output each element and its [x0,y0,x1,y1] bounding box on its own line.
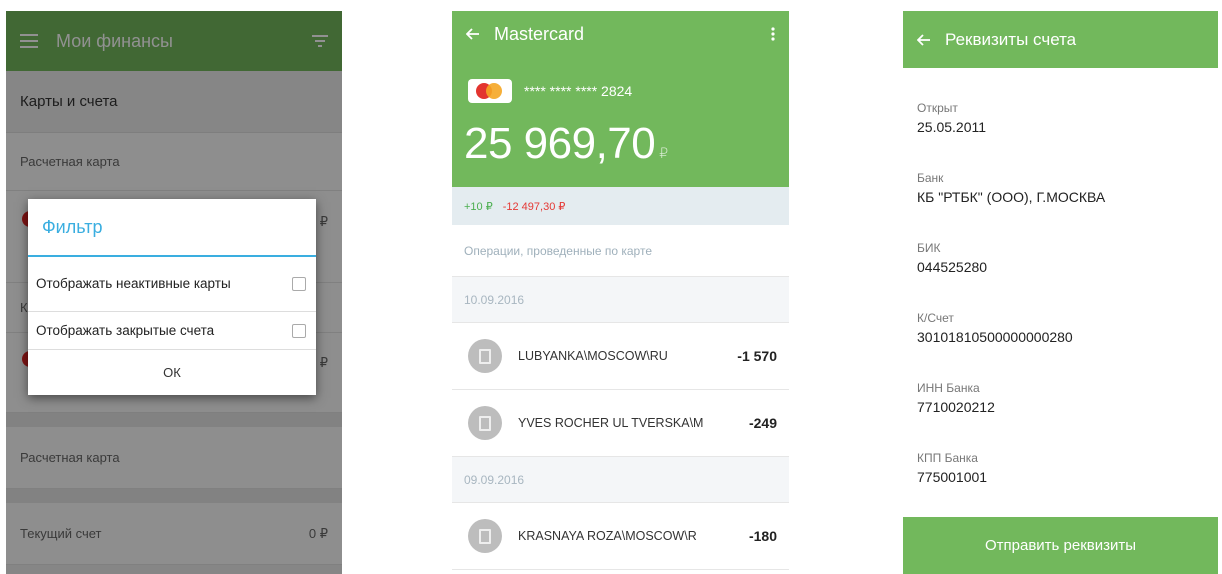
mastercard-logo [468,79,512,103]
receipt-icon [468,406,502,440]
screen-account-details: Реквизиты счета Открыт 25.05.2011 Банк К… [903,11,1218,574]
transaction-amount: -1 570 [737,348,777,364]
send-details-button[interactable]: Отправить реквизиты [903,517,1218,574]
screen-card-details: Mastercard **** **** **** 2824 25 969,70… [452,11,789,574]
card-number-line: **** **** **** 2824 [452,57,789,103]
detail-field: БИК 044525280 [903,222,1218,292]
app-bar: Mastercard [452,11,789,57]
card-header: Mastercard **** **** **** 2824 25 969,70… [452,11,789,187]
screen-my-finances: Мои финансы Карты и счета Расчетная карт… [6,11,342,574]
transaction-amount: -249 [748,415,777,431]
transaction-merchant: YVES ROCHER UL TVERSKA\M [518,416,704,430]
transaction-row[interactable]: KRASNAYA ROZA\MOSCOW\R -180 [452,503,789,570]
balance-value: 25 969,70 [464,119,656,168]
ok-button[interactable]: ОК [28,350,316,395]
card-number: **** **** **** 2824 [524,83,633,99]
receipt-icon [468,519,502,553]
show-closed-accounts-checkbox[interactable] [292,323,306,338]
date-header: 09.09.2016 [452,457,789,503]
operations-header: Операции, проведенные по карте [452,225,789,277]
detail-field: Банк КБ "РТБК" (ООО), Г.МОСКВА [903,152,1218,222]
option-label: Отображать закрытые счета [36,322,215,338]
filter-dialog: Фильтр Отображать неактивные карты Отобр… [28,199,316,395]
app-bar: Реквизиты счета [903,11,1218,68]
transaction-merchant: KRASNAYA ROZA\MOSCOW\R [518,529,697,543]
card-title: Mastercard [494,23,585,44]
detail-field: Открыт 25.05.2011 [903,82,1218,152]
field-label: К/Счет [917,311,954,325]
income-total: +10 ₽ [464,200,493,213]
cash-flow-summary: +10 ₽ -12 497,30 ₽ [452,187,789,225]
expense-total: -12 497,30 ₽ [502,200,566,213]
detail-field: КПП Банка 775001001 [903,432,1218,502]
field-label: КПП Банка [917,451,978,465]
show-inactive-cards-checkbox[interactable] [292,277,306,291]
field-value: 044525280 [917,259,988,275]
detail-field: К/Счет 30101810500000000280 [903,292,1218,362]
show-inactive-cards-option[interactable]: Отображать неактивные карты [28,257,316,312]
overflow-menu-icon[interactable] [771,27,775,41]
transaction-row[interactable]: LUBYANKA\MOSCOW\RU -1 570 [452,323,789,390]
field-label: ИНН Банка [917,381,980,395]
dialog-title: Фильтр [28,199,316,257]
transaction-amount: -180 [748,528,777,544]
option-label: Отображать неактивные карты [36,276,231,291]
card-balance: 25 969,70 ₽ [452,103,789,169]
transaction-merchant: LUBYANKA\MOSCOW\RU [518,349,668,363]
field-value: 775001001 [917,469,988,485]
field-label: Открыт [917,101,958,115]
field-value: 30101810500000000280 [917,329,1073,345]
detail-field: ИНН Банка 7710020212 [903,362,1218,432]
page-title: Реквизиты счета [945,29,1077,49]
back-arrow-icon[interactable] [917,33,931,46]
show-closed-accounts-option[interactable]: Отображать закрытые счета [28,312,316,350]
balance-currency: ₽ [659,145,668,161]
field-value: КБ "РТБК" (ООО), Г.МОСКВА [917,189,1106,205]
field-label: БИК [917,241,941,255]
date-header: 10.09.2016 [452,277,789,323]
receipt-icon [468,339,502,373]
field-value: 25.05.2011 [917,119,987,135]
back-arrow-icon[interactable] [466,28,480,40]
transaction-row[interactable]: YVES ROCHER UL TVERSKA\M -249 [452,390,789,457]
field-value: 7710020212 [917,399,995,415]
field-label: Банк [917,171,944,185]
